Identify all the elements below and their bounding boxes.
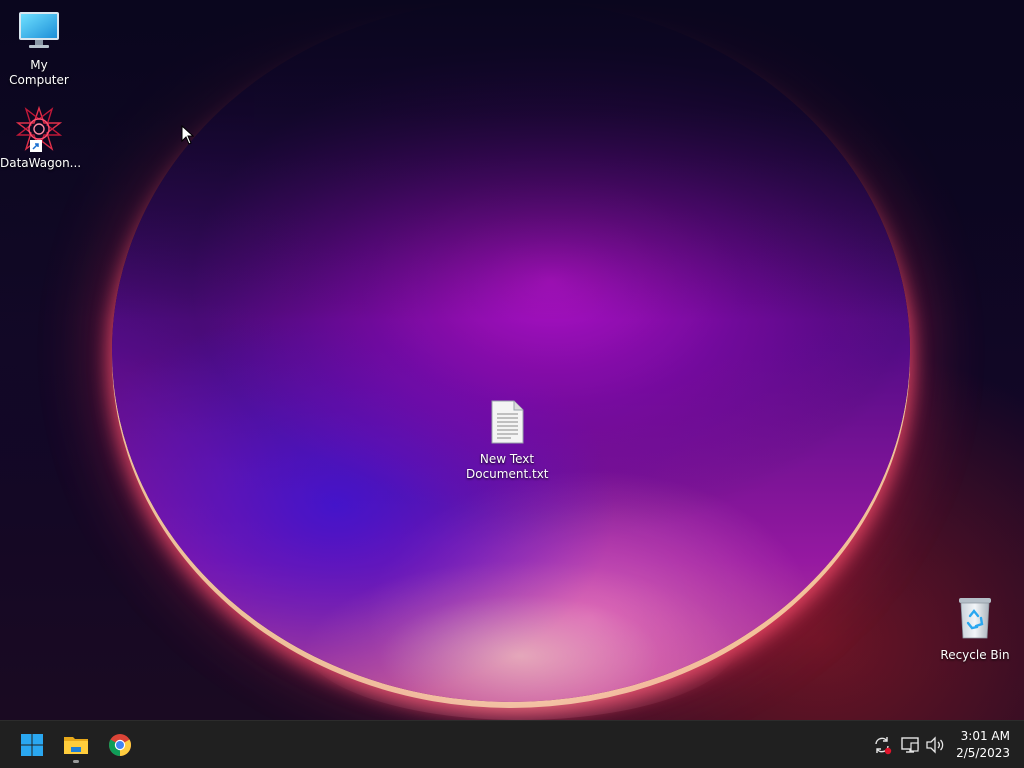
folder-icon <box>64 737 88 754</box>
taskbar-clock[interactable]: 3:01 AM 2/5/2023 <box>956 728 1010 762</box>
shortcut-arrow-icon <box>30 140 42 152</box>
recycle-bin-icon <box>936 596 1014 644</box>
desktop-icon-label-line1: New Text <box>479 452 535 466</box>
taskbar-chrome-button[interactable] <box>100 725 140 765</box>
network-icon <box>901 737 919 753</box>
desktop-icon-label: My Computer <box>9 58 69 87</box>
clock-date: 2/5/2023 <box>956 746 1010 760</box>
sync-icon <box>875 737 892 755</box>
desktop-icon-recycle-bin[interactable]: Recycle Bin <box>936 596 1014 663</box>
desktop-icon-label: Recycle Bin <box>940 648 1010 662</box>
clock-time: 3:01 AM <box>960 729 1010 743</box>
desktop-icon-datawagon[interactable]: DataWagon... <box>0 105 82 171</box>
volume-tray-button[interactable] <box>923 733 947 757</box>
desktop[interactable]: My Computer DataWagon... New Text Docume… <box>0 0 1024 720</box>
chrome-icon <box>109 734 131 756</box>
volume-icon <box>926 736 944 754</box>
datawagon-app-icon <box>15 105 63 153</box>
network-tray-button[interactable] <box>898 733 922 757</box>
text-file-icon <box>466 400 548 448</box>
desktop-icon-label: DataWagon... <box>0 156 82 170</box>
windows-start-icon <box>21 734 43 756</box>
taskbar-file-explorer-button[interactable] <box>56 725 96 765</box>
desktop-icon-new-text-document[interactable]: New Text Document.txt <box>466 400 549 482</box>
sync-tray-button[interactable] <box>870 733 894 757</box>
mouse-cursor-icon <box>181 125 195 145</box>
monitor-icon <box>0 10 78 54</box>
running-indicator <box>73 760 79 763</box>
desktop-icon-label-line2: Document.txt <box>466 467 549 481</box>
desktop-icon-my-computer[interactable]: My Computer <box>0 10 78 88</box>
taskbar: 3:01 AM 2/5/2023 <box>0 720 1024 768</box>
start-button[interactable] <box>12 725 52 765</box>
